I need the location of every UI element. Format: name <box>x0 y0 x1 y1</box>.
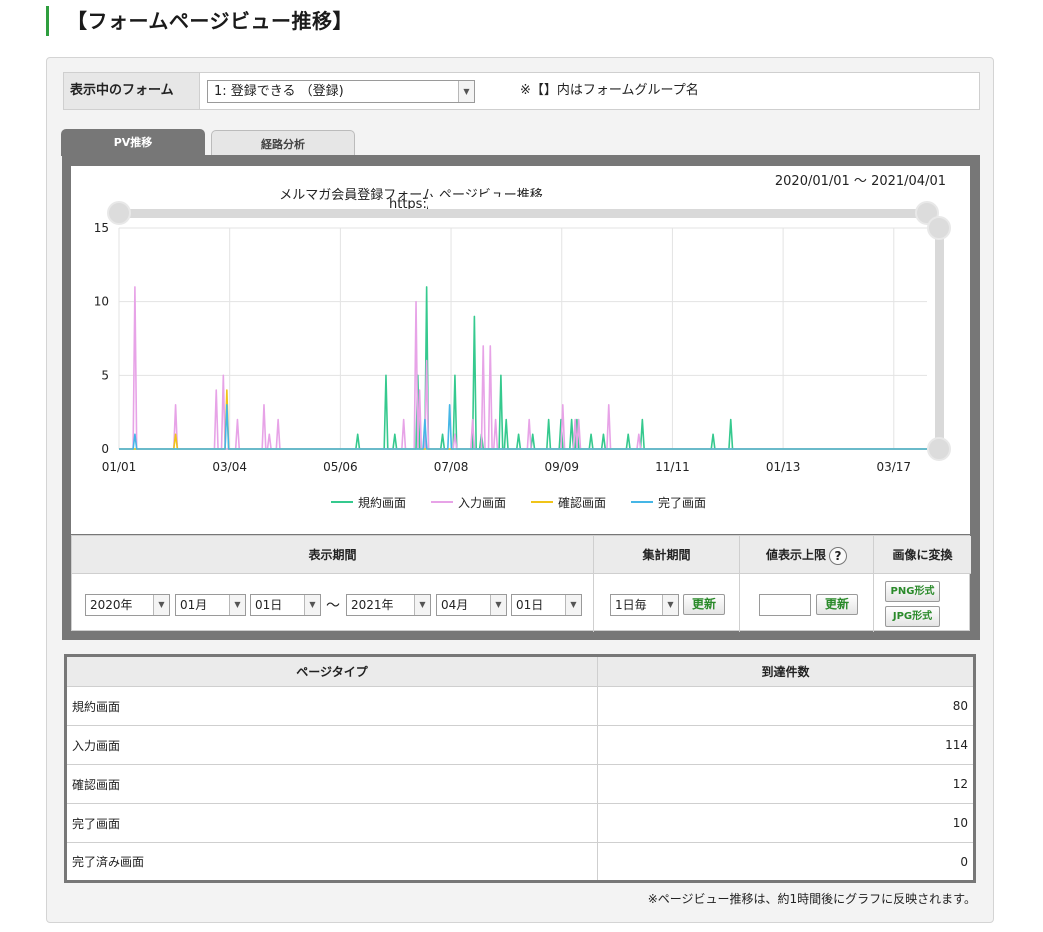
to-month-select[interactable]: 04月 ▼ <box>436 594 507 616</box>
interval-select[interactable]: 1日毎 ▼ <box>610 594 679 616</box>
page-type-cell: 入力画面 <box>65 725 598 765</box>
legend-label: 入力画面 <box>458 496 506 510</box>
png-export-button[interactable]: PNG形式 <box>885 581 940 602</box>
to-year-select[interactable]: 2021年 ▼ <box>346 594 431 616</box>
reach-count-cell: 10 <box>597 803 975 843</box>
series-line <box>119 389 927 450</box>
chevron-down-icon: ▼ <box>229 595 245 615</box>
series-line <box>119 286 927 450</box>
from-month-value: 01月 <box>180 598 208 612</box>
table-row: 完了画面 10 <box>65 803 975 843</box>
x-range-start-handle <box>107 201 131 225</box>
display-period-cell: 2020年 ▼ 01月 ▼ 01日 ▼ ～ 2021年 ▼ 04月 ▼ 01日 ▼ <box>72 574 594 632</box>
range-tilde: ～ <box>326 598 340 614</box>
from-month-select[interactable]: 01月 ▼ <box>175 594 246 616</box>
help-icon[interactable]: ? <box>829 546 847 565</box>
reach-count-header: 到達件数 <box>597 655 975 687</box>
table-row: 規約画面 80 <box>65 686 975 726</box>
y-range-bottom-handle <box>927 437 951 461</box>
reach-count-cell: 80 <box>597 686 975 726</box>
page-title: 【フォームページビュー推移】 <box>67 9 353 33</box>
chevron-down-icon: ▼ <box>153 595 169 615</box>
chevron-down-icon: ▼ <box>490 595 506 615</box>
page-type-cell: 完了画面 <box>65 803 598 843</box>
reach-count-cell: 114 <box>597 725 975 765</box>
value-limit-input[interactable] <box>759 594 811 616</box>
form-select-value: 1: 登録できる （登録) <box>214 84 344 99</box>
to-day-select[interactable]: 01日 ▼ <box>511 594 582 616</box>
reach-count-table: ページタイプ 到達件数 規約画面 80 入力画面 114 確認画面 12 完了画面 10… <box>64 654 976 883</box>
form-select-dropdown[interactable]: 1: 登録できる （登録) ▼ <box>207 80 475 103</box>
page-type-cell: 完了済み画面 <box>65 842 598 882</box>
series-line <box>119 286 927 450</box>
to-month-value: 04月 <box>441 598 469 612</box>
jpg-export-button[interactable]: JPG形式 <box>885 606 940 627</box>
from-year-value: 2020年 <box>90 598 133 612</box>
value-limit-cell: 更新 <box>740 574 874 632</box>
tab-route-analysis[interactable]: 経路分析 <box>211 130 355 157</box>
aggregate-period-cell: 1日毎 ▼ 更新 <box>594 574 740 632</box>
y-tick-label: 5 <box>101 368 109 382</box>
y-tick-label: 10 <box>94 295 109 309</box>
x-range-slider-track <box>119 209 927 218</box>
value-limit-header: 値表示上限? <box>740 536 874 574</box>
y-range-top-handle <box>927 216 951 240</box>
chevron-down-icon: ▼ <box>304 595 320 615</box>
from-year-select[interactable]: 2020年 ▼ <box>85 594 170 616</box>
x-tick-label: 03/04 <box>212 460 247 474</box>
page-type-cell: 規約画面 <box>65 686 598 726</box>
table-row: 入力画面 114 <box>65 725 975 765</box>
update-footnote: ※ページビュー推移は、約1時間後にグラフに反映されます。 <box>647 892 976 906</box>
form-select-label: 表示中のフォーム <box>64 73 200 109</box>
x-tick-label: 09/09 <box>544 460 579 474</box>
page-header: 【フォームページビュー推移】 <box>46 6 353 36</box>
interval-value: 1日毎 <box>615 598 647 612</box>
x-tick-label: 03/17 <box>876 460 911 474</box>
to-year-value: 2021年 <box>351 598 394 612</box>
reach-count-cell: 0 <box>597 842 975 882</box>
page-type-header: ページタイプ <box>65 655 598 687</box>
y-tick-label: 0 <box>101 442 109 456</box>
chevron-down-icon: ▼ <box>458 81 474 102</box>
y-range-slider-track <box>935 228 944 449</box>
export-cell: PNG形式 JPG形式 <box>874 574 971 632</box>
x-tick-label: 01/13 <box>766 460 801 474</box>
page-type-cell: 確認画面 <box>65 764 598 804</box>
x-tick-label: 07/08 <box>434 460 469 474</box>
x-tick-label: 11/11 <box>655 460 690 474</box>
form-group-note: ※【】内はフォームグループ名 <box>520 83 699 98</box>
main-panel: 表示中のフォーム 1: 登録できる （登録) ▼ ※【】内はフォームグループ名 … <box>46 57 994 923</box>
display-period-header: 表示期間 <box>72 536 594 574</box>
table-row: 完了済み画面 0 <box>65 842 975 882</box>
y-tick-label: 15 <box>94 221 109 235</box>
from-day-select[interactable]: 01日 ▼ <box>250 594 321 616</box>
x-tick-label: 05/06 <box>323 460 358 474</box>
pv-line-chart: 15 10 5 0 01/01 03/04 05/06 07/08 09/09 11/11 01/1… <box>94 201 951 510</box>
legend-label: 確認画面 <box>558 495 606 510</box>
chart-frame: 2020/01/01 ～ 2021/04/01 メルマガ会員登録フォーム ページ… <box>62 155 980 640</box>
x-tick-label: 01/01 <box>102 460 137 474</box>
chevron-down-icon: ▼ <box>565 595 581 615</box>
chevron-down-icon: ▼ <box>662 595 678 615</box>
value-limit-label: 値表示上限 <box>765 548 826 562</box>
period-controls: 表示期間 集計期間 値表示上限? 画像に変換 2020年 ▼ 01月 ▼ 01日 ▼ … <box>71 535 971 632</box>
legend-label: 完了画面 <box>658 495 706 510</box>
aggregate-period-header: 集計期間 <box>594 536 740 574</box>
chevron-down-icon: ▼ <box>414 595 430 615</box>
tab-pv-trend[interactable]: PV推移 <box>61 129 205 156</box>
interval-update-button[interactable]: 更新 <box>683 594 725 615</box>
series-line <box>119 404 927 450</box>
legend-label: 規約画面 <box>358 495 406 510</box>
reach-count-cell: 12 <box>597 764 975 804</box>
chart-card: 2020/01/01 ～ 2021/04/01 メルマガ会員登録フォーム ページ… <box>71 166 970 534</box>
from-day-value: 01日 <box>255 598 283 612</box>
export-header: 画像に変換 <box>874 536 971 574</box>
to-day-value: 01日 <box>516 598 544 612</box>
form-select-row: 表示中のフォーム 1: 登録できる （登録) ▼ ※【】内はフォームグループ名 <box>63 72 980 110</box>
value-limit-update-button[interactable]: 更新 <box>816 594 858 615</box>
table-row: 確認画面 12 <box>65 764 975 804</box>
